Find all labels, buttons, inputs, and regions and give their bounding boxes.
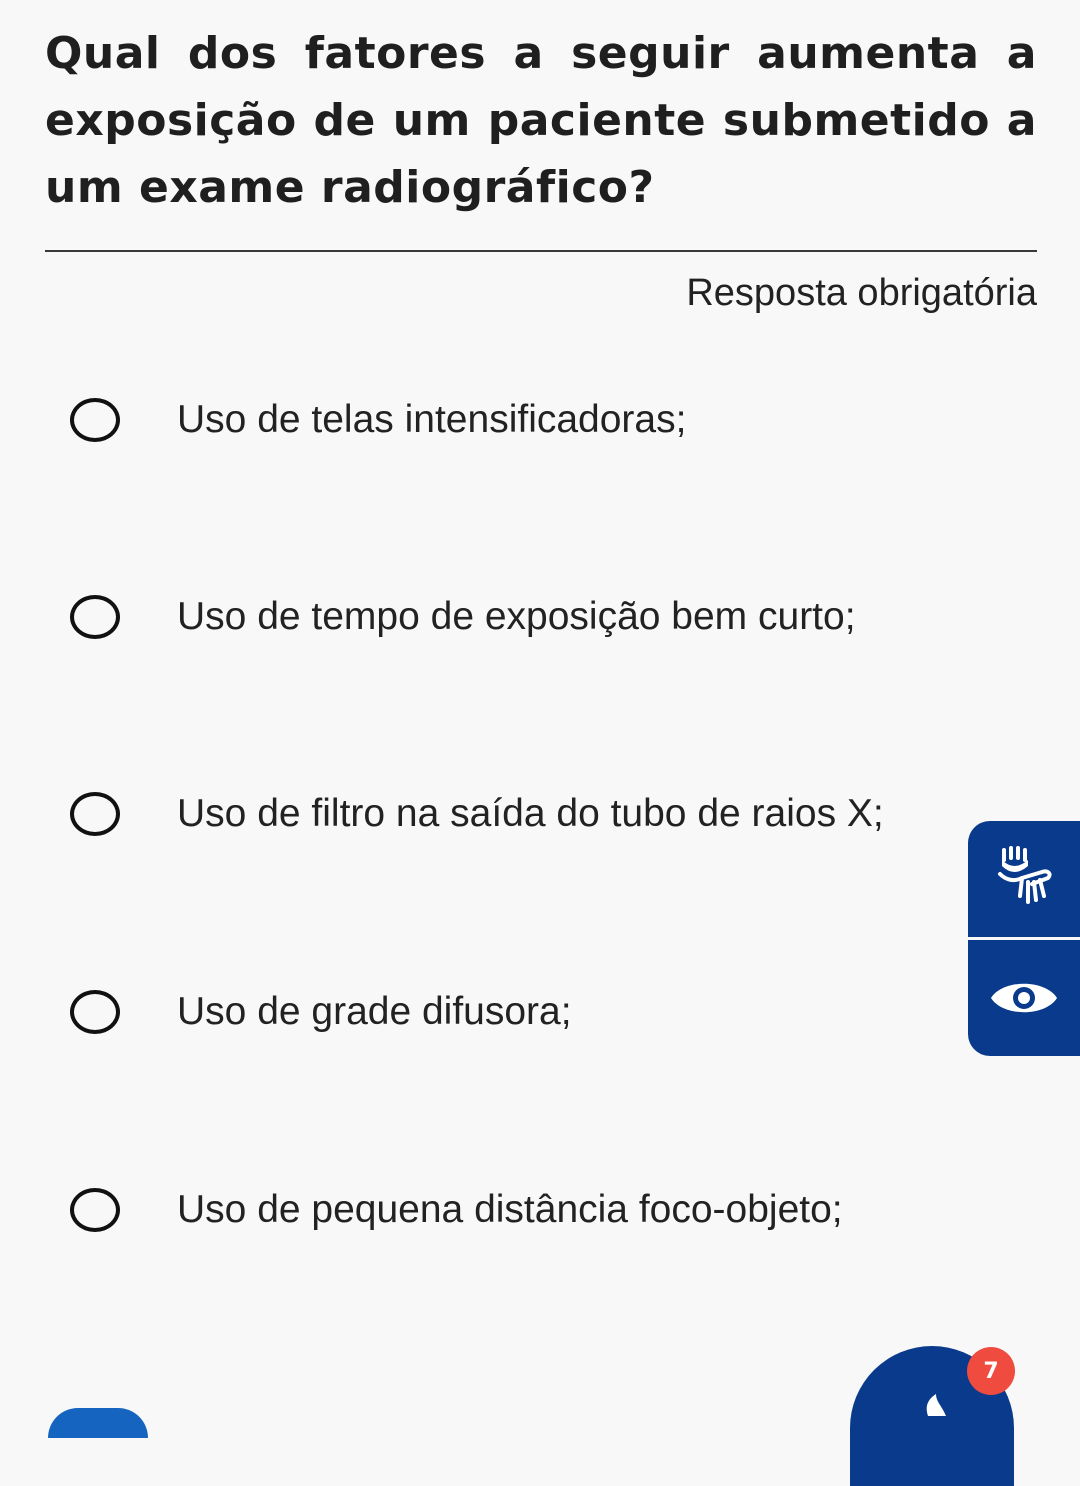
divider: [45, 250, 1037, 252]
sign-language-hand-icon: [998, 846, 1052, 904]
radio-button[interactable]: [70, 1188, 120, 1232]
notification-badge: 7: [967, 1347, 1015, 1395]
option-label: Uso de pequena distância foco-objeto;: [177, 1188, 843, 1231]
option-3[interactable]: Uso de filtro na saída do tubo de raios …: [70, 774, 950, 854]
option-label: Uso de tempo de exposição bem curto;: [177, 595, 856, 638]
option-2[interactable]: Uso de tempo de exposição bem curto;: [70, 577, 950, 657]
visual-accessibility-button[interactable]: [968, 940, 1080, 1056]
required-answer-label: Resposta obrigatória: [686, 272, 1037, 314]
eye-icon: [991, 983, 1057, 1013]
question-title: Qual dos fatores a seguir aumenta a expo…: [45, 28, 1037, 213]
radio-button[interactable]: [70, 398, 120, 442]
option-label: Uso de telas intensificadoras;: [177, 398, 687, 441]
option-1[interactable]: Uso de telas intensificadoras;: [70, 380, 950, 460]
option-4[interactable]: Uso de grade difusora;: [70, 972, 950, 1052]
accessibility-panel: [968, 821, 1080, 1056]
radio-button[interactable]: [70, 595, 120, 639]
sign-language-button[interactable]: [968, 821, 1080, 937]
radio-button[interactable]: [70, 990, 120, 1034]
radio-button[interactable]: [70, 792, 120, 836]
option-label: Uso de filtro na saída do tubo de raios …: [177, 792, 884, 835]
option-label: Uso de grade difusora;: [177, 990, 572, 1033]
floating-button-partial[interactable]: [48, 1408, 148, 1438]
option-5[interactable]: Uso de pequena distância foco-objeto;: [70, 1170, 950, 1250]
